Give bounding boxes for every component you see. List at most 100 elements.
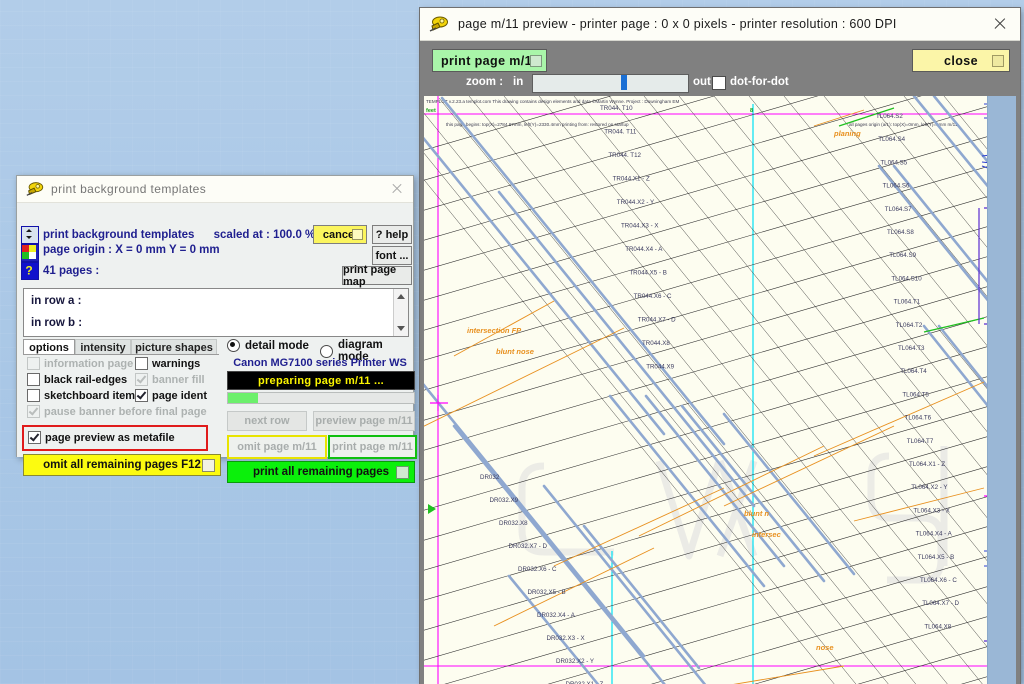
track-label-right-16: TL064.X2 - Y: [911, 484, 947, 491]
help-button[interactable]: ? help: [372, 225, 412, 244]
track-label-left-10: TR044.X8: [642, 340, 670, 347]
track-label-left-0: TR044. T10: [600, 105, 633, 112]
omit-page-button[interactable]: omit page m/11: [227, 435, 327, 459]
track-label-left-4: TR044.X2 - Y: [617, 199, 654, 206]
zoom-out-label[interactable]: out: [693, 76, 711, 88]
track-label-lower-2: DR032.X8: [499, 520, 528, 527]
zoom-slider-thumb[interactable]: [621, 75, 627, 90]
track-label-lower-7: DR032.X3 - X: [547, 635, 585, 642]
drawing-canvas[interactable]: TEMPLOT v.2.23.a templot.com This drawin…: [424, 96, 1016, 684]
omit-all-remaining-pages-button[interactable]: omit all remaining pages F12: [23, 454, 221, 476]
next-row-button[interactable]: next row: [227, 411, 307, 431]
dot-for-dot-label: dot-for-dot: [730, 76, 789, 88]
checkbox-label: page preview as metafile: [45, 431, 175, 444]
options-tabs: options intensity picture shapes: [23, 339, 219, 356]
preview-page-button[interactable]: preview page m/11: [313, 411, 415, 431]
zoom-slider[interactable]: [532, 74, 689, 93]
status-bar: preparing page m/11 ...: [227, 371, 415, 390]
cancel-button[interactable]: cancel: [313, 225, 367, 244]
checkbox-page-ident[interactable]: page ident: [135, 389, 207, 402]
checkbox-box: [28, 431, 41, 444]
checkbox-label: sketchboard items: [44, 389, 142, 402]
bg-dialog-title: print background templates: [51, 182, 207, 196]
annotation-blunt-nose: blunt nose: [496, 347, 534, 356]
rows-list[interactable]: in row a : in row b :: [23, 288, 409, 337]
track-label-right-19: TL064.X5 - B: [918, 554, 954, 561]
radio-dot: [320, 344, 333, 358]
zoom-in-label[interactable]: in: [513, 76, 523, 88]
track-label-left-2: TR044. T12: [608, 152, 641, 159]
dot-for-dot-checkbox[interactable]: [712, 76, 726, 90]
print-background-templates-dialog: print background templates ? print backg…: [16, 175, 417, 483]
track-label-right-3: TL064.S6: [883, 183, 910, 190]
close-button-indicator: [992, 55, 1004, 67]
row-a-label: in row a :: [31, 295, 82, 307]
track-label-left-9: TR044.X7 - D: [638, 317, 676, 324]
print-all-remaining-pages-button[interactable]: print all remaining pages: [227, 461, 415, 483]
track-label-right-8: TL064.T1: [894, 299, 921, 306]
track-label-right-0: TL064.S2: [876, 113, 903, 120]
font-button[interactable]: font ...: [372, 246, 412, 265]
track-label-lower-3: DR032.X7 - D: [509, 543, 548, 550]
track-label-left-8: TR044.X6 - C: [634, 293, 672, 300]
print-page-button[interactable]: print page m/11: [432, 49, 547, 72]
print-page-button[interactable]: print page m/11: [328, 435, 417, 459]
question-help-icon[interactable]: ?: [21, 262, 39, 280]
checkbox-banner-fill[interactable]: banner fill: [135, 373, 205, 386]
track-label-left-7: TR044.X5 - B: [629, 270, 667, 277]
bg-dialog-scaled-at: scaled at : 100.0 %: [213, 229, 316, 241]
preview-toolbar: print page m/11 close zoom : in out dot-…: [420, 41, 1020, 99]
track-label-right-22: TL064.X8: [924, 623, 951, 630]
progress-bar-fill: [228, 393, 258, 403]
color-palette-icon[interactable]: [21, 244, 39, 262]
track-label-right-20: TL064.X6 - C: [920, 577, 957, 584]
track-label-lower-1: DR032.X9: [490, 497, 519, 504]
omit-all-indicator: [202, 459, 215, 472]
bg-dialog-page-origin: page origin : X = 0 mm Y = 0 mm: [43, 244, 220, 256]
close-icon[interactable]: [990, 14, 1010, 34]
checkbox-page-preview-as-metafile[interactable]: page preview as metafile: [28, 431, 175, 444]
track-label-right-17: TL064.X3 - X: [913, 507, 949, 514]
checkbox-black-rail-edges[interactable]: black rail-edges: [27, 373, 127, 386]
print-page-button-indicator: [530, 55, 542, 67]
track-label-left-1: TR044. T11: [604, 129, 637, 136]
checkbox-information-page[interactable]: information page: [27, 357, 133, 370]
track-label-lower-4: DR032.X6 - C: [518, 566, 557, 573]
annotation-intersec: intersec: [752, 530, 782, 539]
bg-dialog-body: ? print background templates scaled at :…: [17, 203, 417, 483]
track-label-left-3: TR044.X1 - Z: [613, 176, 650, 183]
row-b-label: in row b :: [31, 317, 83, 329]
print-all-indicator: [396, 466, 409, 479]
zoom-label: zoom :: [466, 76, 504, 88]
track-label-right-10: TL064.T3: [898, 345, 925, 352]
checkbox-box: [27, 389, 40, 402]
checkbox-pause-banner[interactable]: pause banner before final page: [27, 405, 207, 418]
print-page-map-button[interactable]: print page map: [342, 264, 412, 288]
zoom-control-row: zoom : in out dot-for-dot: [420, 73, 1020, 95]
track-label-right-4: TL064.S7: [885, 206, 912, 213]
checkbox-box: [135, 373, 148, 386]
scroll-down-icon[interactable]: [397, 326, 405, 331]
close-button[interactable]: close: [912, 49, 1010, 72]
scroll-up-icon[interactable]: [397, 294, 405, 299]
checkbox-label: pause banner before final page: [44, 405, 207, 418]
preview-window-title: page m/11 preview - printer page : 0 x 0…: [458, 17, 897, 31]
track-plan-drawing: TEMPLOT v.2.23.a templot.com This drawin…: [424, 96, 1016, 684]
close-icon[interactable]: [389, 181, 405, 197]
spinner-icon[interactable]: [21, 226, 39, 244]
bg-dialog-titlebar: print background templates: [17, 176, 413, 203]
track-label-left-11: TR044.X9: [646, 364, 674, 371]
track-label-right-21: TL064.X7 - D: [922, 600, 959, 607]
templot-logo-icon: [429, 16, 448, 32]
track-label-right-6: TL064.S9: [889, 252, 916, 259]
svg-text:?: ?: [25, 264, 32, 278]
track-label-lower-5: DR032.X5 - B: [528, 589, 566, 596]
track-label-lower-0: DR032: [480, 474, 500, 481]
annotation-nose: nose: [816, 643, 834, 652]
checkbox-warnings[interactable]: warnings: [135, 357, 200, 370]
checkbox-label: information page: [44, 357, 134, 370]
radio-detail-mode[interactable]: detail mode: [227, 339, 309, 352]
checkbox-sketchboard-items[interactable]: sketchboard items: [27, 389, 141, 402]
bg-dialog-pages-count: 41 pages :: [43, 265, 100, 277]
rows-scrollbar[interactable]: [393, 289, 408, 336]
